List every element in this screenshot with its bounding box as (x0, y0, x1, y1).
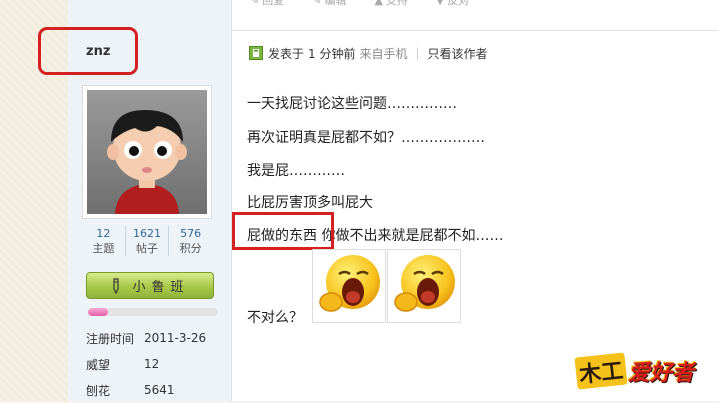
info-value: 5641 (144, 383, 175, 397)
user-stats: 12 主题 1621 帖子 576 积分 (82, 226, 212, 256)
stat-threads-value: 12 (96, 227, 111, 240)
reply-action[interactable]: ✎ 回复 (250, 0, 284, 8)
stat-posts[interactable]: 1621 帖子 (126, 226, 170, 256)
stat-threads[interactable]: 12 主题 (82, 226, 126, 256)
edit-label: 编辑 (324, 0, 347, 7)
yawn-emoji (312, 249, 386, 323)
stat-points[interactable]: 576 积分 (169, 226, 212, 256)
phrase-highlight-box (232, 212, 334, 250)
site-watermark-logo: 木工 爱好者 (574, 352, 695, 390)
user-info-table: 注册时间 2011-3-26 威望 12 刨花 5641 (86, 325, 206, 403)
watermark-boxed-text: 木工 (574, 352, 628, 390)
post-line: 我是屁………… (247, 163, 345, 179)
stat-points-label: 积分 (179, 242, 202, 255)
info-key: 刨花 (86, 383, 111, 398)
info-row-prestige: 威望 12 (86, 351, 206, 377)
rank-badge-button[interactable]: 小鲁班 (86, 272, 214, 299)
yawn-face-icon (394, 255, 455, 312)
stat-points-value: 576 (180, 227, 202, 240)
info-key: 注册时间 (86, 331, 135, 346)
avatar-image (87, 90, 207, 214)
rank-label: 小鲁班 (132, 280, 190, 295)
post-line: 一天找屁讨论这些问题…………… (247, 96, 457, 112)
rank-progress-fill (88, 308, 108, 316)
post-line: 比屁厉害顶多叫屁大 (247, 195, 373, 211)
reply-label: 回复 (262, 0, 285, 7)
meta-separator: | (415, 46, 420, 60)
edit-action[interactable]: ✎ 编辑 (312, 0, 346, 8)
info-value: 12 (144, 357, 160, 371)
oppose-action[interactable]: ▼ 反对 (436, 0, 469, 8)
watermark-text: 爱好者 (628, 361, 695, 386)
avatar[interactable] (82, 85, 212, 219)
stat-threads-label: 主题 (92, 242, 115, 255)
stat-posts-value: 1621 (133, 227, 161, 240)
support-label: 支持 (385, 0, 408, 7)
posted-label: 发表于 (268, 46, 305, 61)
pencil-icon (113, 277, 120, 294)
info-key: 威望 (86, 357, 111, 372)
online-status-icon (249, 46, 263, 60)
previous-post-actions: ✎ 回复 ✎ 编辑 ▲ 支持 ▼ 反对 (232, 0, 469, 8)
post-line-last: 不对么？ (247, 310, 303, 326)
post-line: 再次证明真是屁都不如？……………… (247, 130, 485, 146)
support-action[interactable]: ▲ 支持 (374, 0, 407, 8)
stat-posts-label: 帖子 (136, 242, 158, 255)
posted-time: 1 分钟前 (308, 46, 356, 61)
post-source: 来自手机 (359, 46, 408, 61)
yawn-face-icon (319, 255, 380, 312)
info-value: 2011-3-26 (144, 331, 207, 345)
info-row-shavings: 刨花 5641 (86, 377, 206, 403)
oppose-label: 反对 (447, 0, 470, 7)
post-meta: 发表于 1 分钟前 来自手机 | 只看该作者 (249, 44, 488, 62)
rank-progress-bar (88, 308, 218, 316)
post-divider (232, 30, 719, 31)
username-highlight-box (38, 27, 138, 75)
author-only-link[interactable]: 只看该作者 (428, 45, 488, 62)
yawn-emoji (387, 249, 461, 323)
info-row-register: 注册时间 2011-3-26 (86, 325, 206, 351)
